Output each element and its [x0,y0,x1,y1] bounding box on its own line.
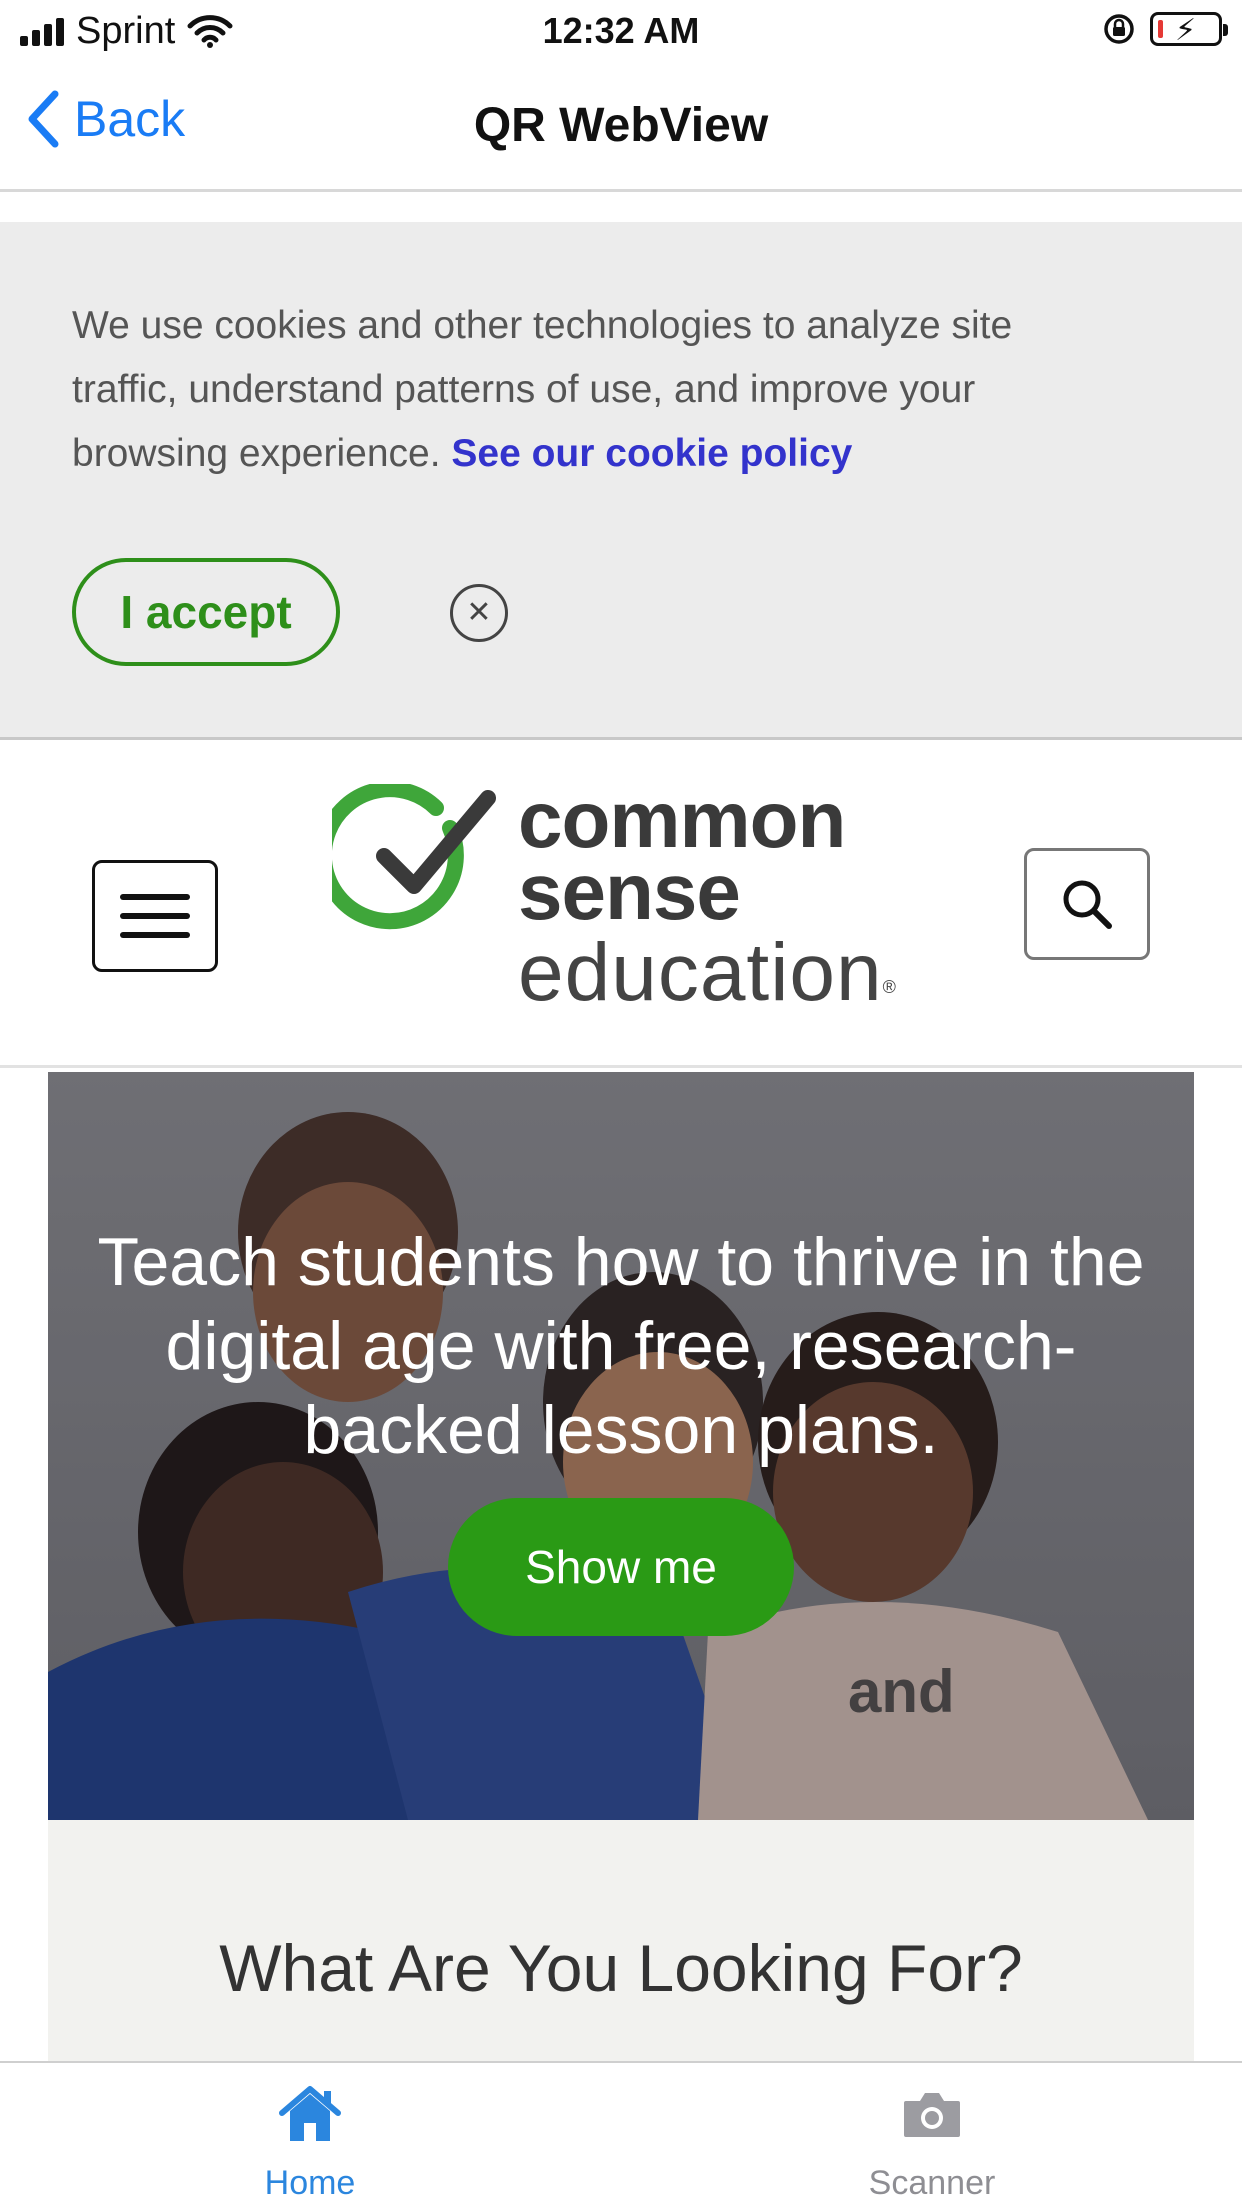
home-icon [279,2086,341,2141]
checkmark-logo-icon [332,784,496,930]
hamburger-menu-button[interactable] [92,860,218,972]
logo-wordmark: common sense education® [518,775,897,1018]
logo-line-education: education® [518,927,897,1018]
site-header: common sense education® [0,740,1242,1068]
status-bar: Sprint 12:32 AM ⚡ [0,0,1242,62]
cookie-banner: We use cookies and other technologies to… [0,222,1242,740]
navigation-bar: Back QR WebView [0,62,1242,192]
cookie-policy-link[interactable]: See our cookie policy [451,432,852,475]
tab-scanner[interactable]: Scanner [812,2083,1052,2203]
page-title: QR WebView [473,99,769,152]
section-title: What Are You Looking For? [219,1931,1023,2005]
tab-home-label: Home [264,2164,356,2202]
close-symbol: ✕ [466,596,492,629]
tab-bar: Home Scanner [0,2061,1242,2208]
tab-scanner-label: Scanner [868,2164,996,2202]
common-sense-education-logo[interactable]: common sense education® [332,780,912,1018]
show-me-button[interactable]: Show me [448,1498,794,1636]
orientation-lock-icon [1104,14,1134,44]
hero-banner: and Teach students how to thrive in the … [48,1072,1194,1820]
battery-charging-icon: ⚡ [1150,12,1228,47]
logo-line-common: common [518,775,846,864]
cookie-message: We use cookies and other technologies to… [72,294,1082,486]
search-icon [1063,880,1112,929]
logo-line-sense: sense [518,847,741,936]
tab-home[interactable]: Home [190,2083,430,2203]
search-button[interactable] [1024,848,1150,960]
close-icon[interactable]: ✕ [450,584,508,642]
hero-headline: Teach students how to thrive in the digi… [97,1224,1145,1468]
camera-icon [904,2093,960,2137]
accept-cookies-button[interactable]: I accept [72,558,340,666]
status-right: ⚡ [1102,12,1228,47]
looking-for-section: What Are You Looking For? [48,1820,1194,2062]
status-time: 12:32 AM [542,10,700,51]
